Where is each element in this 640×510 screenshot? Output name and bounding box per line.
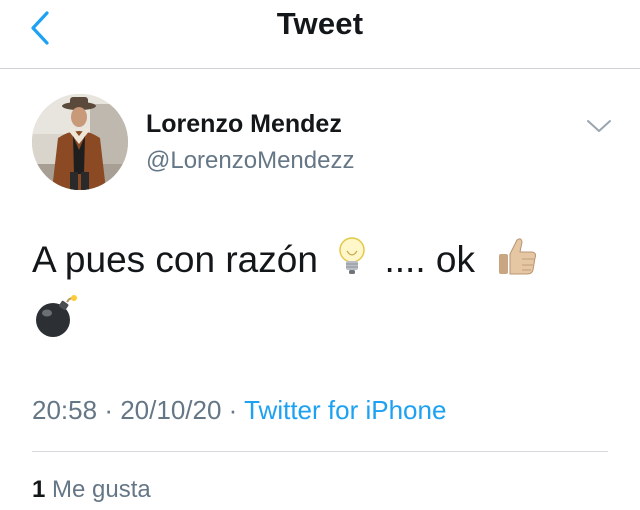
meta-separator: · [104,395,113,425]
bomb-icon [34,293,78,344]
likes-label: Me gusta [52,476,151,503]
tweet-text-part2: .... ok [384,238,475,280]
likes-count: 1 [32,476,46,503]
page-title: Tweet [276,6,364,41]
tweet-text: A pues con razón .... ok [32,234,612,290]
thumbs-up-icon [495,234,539,290]
more-options-button[interactable] [584,114,614,138]
likes-count-link[interactable]: 1 Me gusta [32,476,151,504]
tweet-source-link[interactable]: Twitter for iPhone [244,395,446,425]
tweet-metadata: 20:58 · 20/10/20 · Twitter for iPhone [32,395,446,426]
meta-separator: · [228,395,238,425]
tweet-time: 20:58 [32,395,98,425]
light-bulb-icon [338,235,366,289]
tweet-date: 20/10/20 [120,395,222,425]
author-name[interactable]: Lorenzo Mendez [146,110,342,139]
author-handle[interactable]: @LorenzoMendezz [146,147,354,175]
chevron-down-icon [587,120,611,132]
divider [32,451,608,452]
tweet-text-part1: A pues con razón [32,238,318,280]
top-bar: Tweet [0,0,640,69]
avatar[interactable] [32,94,128,190]
profile-photo [32,94,128,190]
